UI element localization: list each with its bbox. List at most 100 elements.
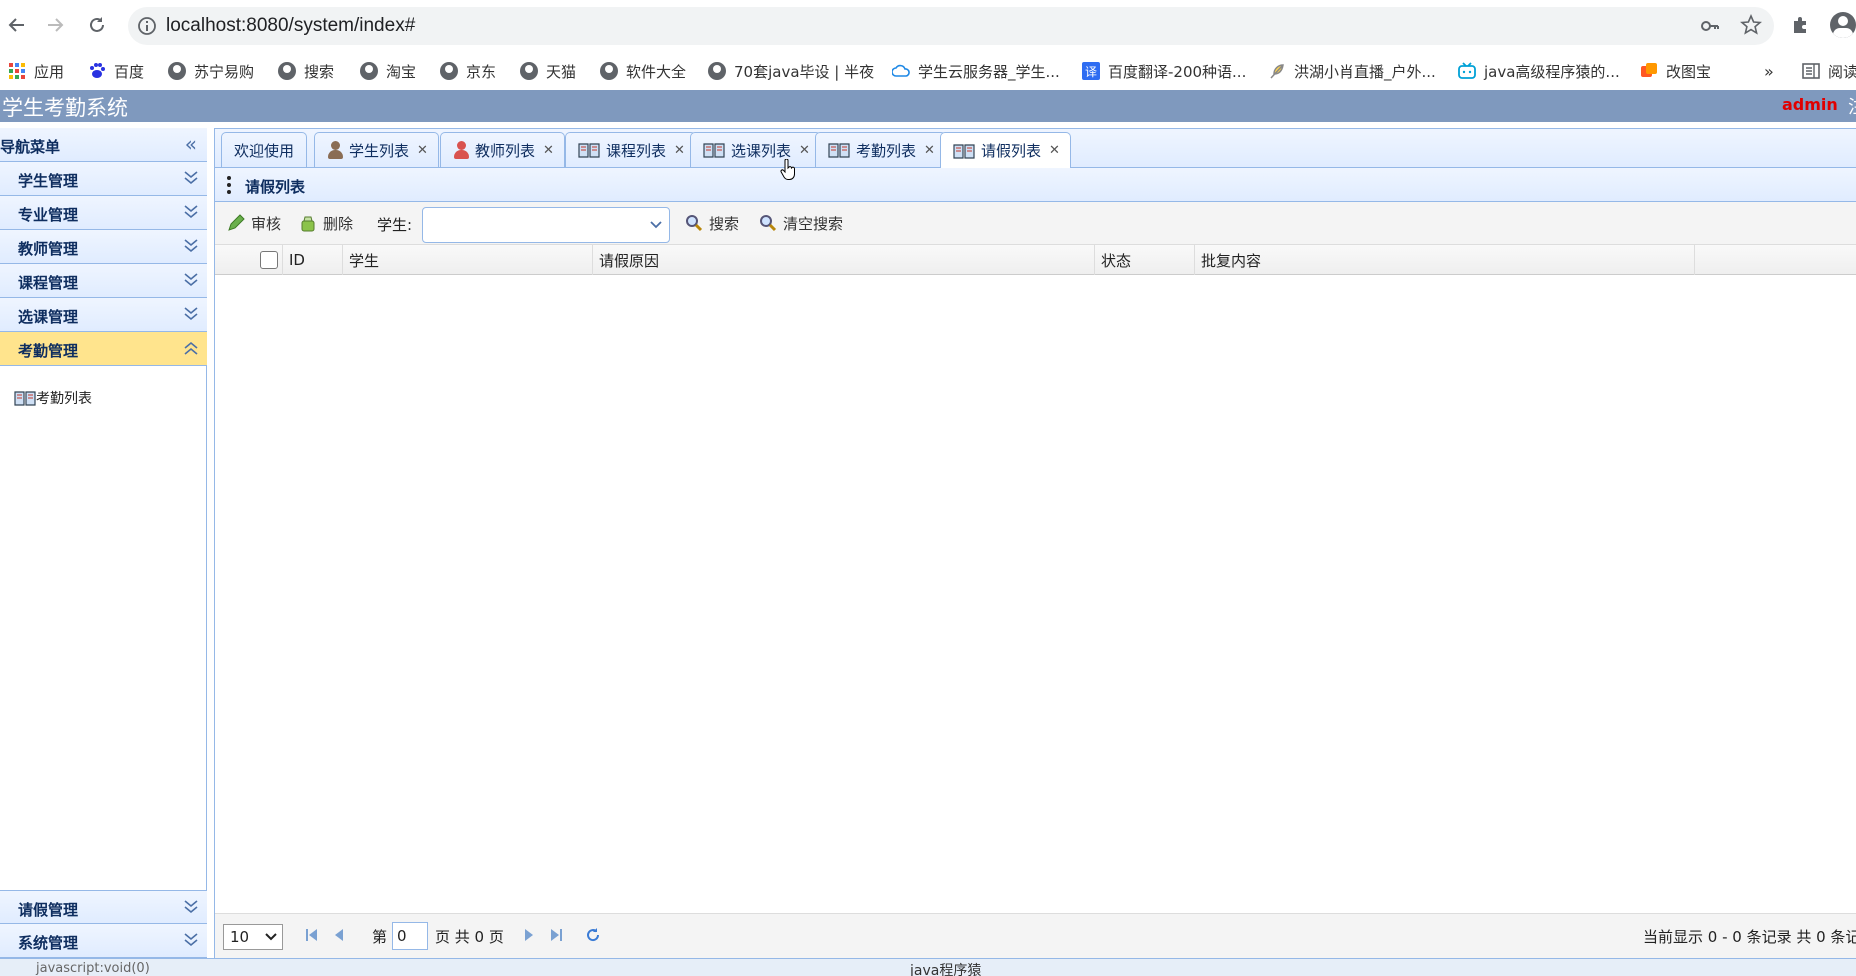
select-all-checkbox-cell <box>255 245 283 275</box>
tab-teacher-list[interactable]: 教师列表 ✕ <box>440 132 565 167</box>
account-avatar-icon[interactable] <box>1830 12 1856 38</box>
bookmark-baidu[interactable]: 百度 <box>88 52 144 90</box>
last-page-icon[interactable] <box>549 927 563 943</box>
delete-button[interactable]: 删除 <box>299 211 353 235</box>
close-icon[interactable]: ✕ <box>417 143 428 158</box>
collapse-double-left-icon[interactable]: « <box>185 132 197 156</box>
tab-student-list[interactable]: 学生列表 ✕ <box>314 132 439 167</box>
accordion-leave-mgmt[interactable]: 请假管理 <box>0 890 207 924</box>
accordion-attendance-mgmt[interactable]: 考勤管理 <box>0 332 207 366</box>
bookmark-label: 淘宝 <box>386 62 417 81</box>
column-header-label: ID <box>289 251 305 269</box>
clear-search-button[interactable]: 清空搜索 <box>759 211 843 235</box>
tab-attendance-list[interactable]: 考勤列表 ✕ <box>815 132 946 167</box>
bookmark-label: 苏宁易购 <box>194 62 255 81</box>
bookmark-search[interactable]: 搜索 <box>278 52 334 90</box>
book-icon <box>953 143 975 159</box>
reload-button[interactable] <box>84 12 110 38</box>
vertical-dots-icon <box>227 176 231 194</box>
column-header-label: 学生 <box>349 251 380 270</box>
back-button[interactable] <box>4 12 30 38</box>
tab-leave-list[interactable]: 请假列表 ✕ <box>940 132 1071 168</box>
tab-course-list[interactable]: 课程列表 ✕ <box>565 132 696 167</box>
combobox-dropdown-button[interactable] <box>643 208 669 242</box>
next-page-icon[interactable] <box>523 927 535 943</box>
current-user[interactable]: admin <box>1782 95 1838 114</box>
extensions-puzzle-icon[interactable] <box>1790 14 1812 36</box>
bookmark-reading-list[interactable]: 阅读 <box>1802 52 1856 90</box>
close-icon[interactable]: ✕ <box>1049 143 1060 158</box>
bookmark-label: 搜索 <box>304 62 335 81</box>
select-all-checkbox[interactable] <box>259 251 278 269</box>
tab-selection-list[interactable]: 选课列表 ✕ <box>690 132 821 167</box>
tab-welcome[interactable]: 欢迎使用 <box>221 132 308 167</box>
book-icon <box>828 143 850 158</box>
student-combobox[interactable] <box>422 207 670 243</box>
first-page-icon[interactable] <box>305 927 319 943</box>
bookmark-label: 70套java毕设 | 半夜 <box>734 62 875 81</box>
page-number-input[interactable]: 0 <box>392 922 428 950</box>
bookmark-apps[interactable]: 应用 <box>8 52 64 90</box>
column-reply-content[interactable]: 批复内容 <box>1195 245 1695 275</box>
grid-body <box>215 275 1856 913</box>
bookmark-taobao[interactable]: 淘宝 <box>360 52 416 90</box>
close-icon[interactable]: ✕ <box>799 143 810 158</box>
sidebar-item-attendance-list[interactable]: 考勤列表 <box>14 388 92 408</box>
feather-icon <box>1270 64 1284 79</box>
column-leave-reason[interactable]: 请假原因 <box>593 245 1095 275</box>
bookmark-student-cloud[interactable]: 学生云服务器_学生... <box>892 52 1060 90</box>
column-id[interactable]: ID <box>283 245 343 275</box>
bookmark-livestream[interactable]: 洪湖小肖直播_户外... <box>1268 52 1436 90</box>
audit-button[interactable]: 审核 <box>227 211 281 235</box>
bookmark-label: 百度翻译-200种语... <box>1108 62 1247 81</box>
info-icon[interactable] <box>136 15 158 37</box>
hand-cursor-icon <box>780 159 795 180</box>
bookmark-java-senior[interactable]: java高级程序猿的... <box>1458 52 1620 90</box>
forward-button[interactable] <box>42 12 68 38</box>
close-icon[interactable]: ✕ <box>674 143 685 158</box>
accordion-major-mgmt[interactable]: 专业管理 <box>0 196 207 230</box>
key-icon[interactable] <box>1700 16 1720 36</box>
double-chevron-down-icon <box>184 171 198 185</box>
logout-link[interactable]: 注 <box>1848 93 1856 119</box>
bookmark-label: 应用 <box>34 62 65 81</box>
bookmark-gaitubao[interactable]: 改图宝 <box>1640 52 1711 90</box>
cloud-icon <box>892 64 910 77</box>
bookmark-software[interactable]: 软件大全 <box>600 52 686 90</box>
status-link-preview: javascript:void(0) <box>36 961 150 976</box>
star-icon[interactable] <box>1740 14 1762 36</box>
refresh-icon[interactable] <box>585 927 601 943</box>
svg-text:译: 译 <box>1085 65 1097 79</box>
column-header-label: 请假原因 <box>599 251 660 270</box>
grid-header: ID 学生 请假原因 状态 批复内容 <box>215 245 1856 275</box>
column-student[interactable]: 学生 <box>343 245 593 275</box>
accordion-system-mgmt[interactable]: 系统管理 <box>0 924 207 958</box>
magnifier-icon <box>760 215 777 232</box>
accordion-student-mgmt[interactable]: 学生管理 <box>0 162 207 196</box>
reload-icon <box>90 17 104 32</box>
page-size-select[interactable]: 10 <box>223 924 283 950</box>
close-icon[interactable]: ✕ <box>543 143 554 158</box>
sidebar-item-label: 考勤列表 <box>36 391 92 407</box>
bookmarks-overflow-button[interactable]: » <box>1764 52 1774 90</box>
accordion-selection-mgmt[interactable]: 选课管理 <box>0 298 207 332</box>
tab-label: 教师列表 <box>475 141 536 160</box>
bookmark-baidu-translate[interactable]: 译 百度翻译-200种语... <box>1082 52 1246 90</box>
accordion-teacher-mgmt[interactable]: 教师管理 <box>0 230 207 264</box>
address-bar[interactable]: localhost:8080/system/index# <box>128 7 1774 45</box>
column-status[interactable]: 状态 <box>1095 245 1195 275</box>
double-chevron-down-icon <box>184 239 198 253</box>
bookmark-suning[interactable]: 苏宁易购 <box>168 52 254 90</box>
url-text[interactable]: localhost:8080/system/index# <box>166 15 415 37</box>
accordion-label: 考勤管理 <box>18 342 79 360</box>
bookmark-jd[interactable]: 京东 <box>440 52 496 90</box>
previous-page-icon[interactable] <box>333 927 345 943</box>
accordion-course-mgmt[interactable]: 课程管理 <box>0 264 207 298</box>
bookmark-tmall[interactable]: 天猫 <box>520 52 576 90</box>
close-icon[interactable]: ✕ <box>924 143 935 158</box>
bookmarks-bar: 应用 百度 苏宁易购 搜索 淘宝 京东 天猫 软件大全 70套java毕设 | … <box>0 52 1856 90</box>
search-button[interactable]: 搜索 <box>685 211 739 235</box>
browser-toolbar: localhost:8080/system/index# <box>0 0 1856 52</box>
bookmark-java-projects[interactable]: 70套java毕设 | 半夜 <box>708 52 874 90</box>
baidu-paw-icon <box>90 63 105 78</box>
